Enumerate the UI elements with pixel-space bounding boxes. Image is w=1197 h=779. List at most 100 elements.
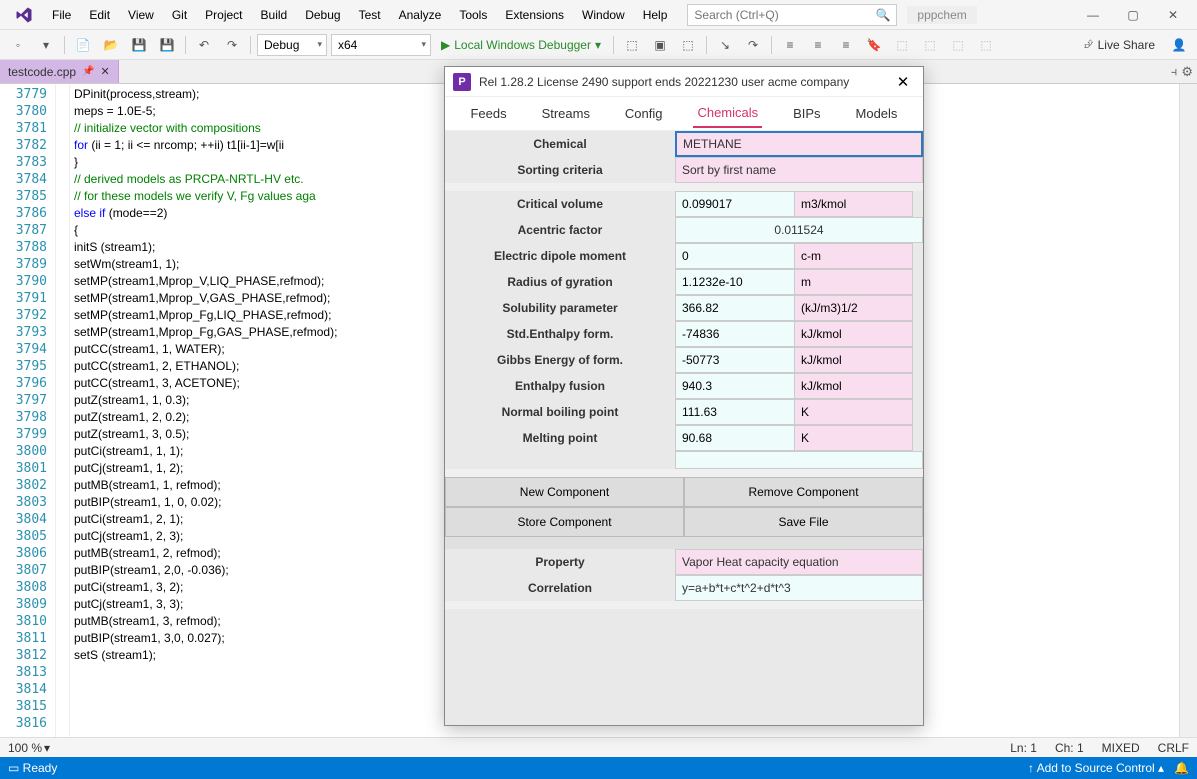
close-button[interactable]: ✕ xyxy=(1153,1,1193,29)
prop-unit: m xyxy=(795,269,913,295)
toolbar-icon[interactable]: ⬚ xyxy=(946,33,970,57)
prop-label: Critical volume xyxy=(445,191,675,217)
menu-help[interactable]: Help xyxy=(635,4,676,26)
chemical-input[interactable]: METHANE xyxy=(675,131,923,157)
menu-bar: FileEditViewGitProjectBuildDebugTestAnal… xyxy=(0,0,1197,30)
line-endings: CRLF xyxy=(1158,741,1189,755)
prop-value[interactable]: 0 xyxy=(675,243,795,269)
open-icon[interactable]: 📂 xyxy=(99,33,123,57)
minimize-button[interactable]: ― xyxy=(1073,1,1113,29)
toolbar-icon[interactable]: ⬚ xyxy=(974,33,998,57)
menu-tools[interactable]: Tools xyxy=(451,4,495,26)
sort-dropdown[interactable]: Sort by first name xyxy=(675,157,923,183)
prop-value[interactable]: 90.68 xyxy=(675,425,795,451)
prop-label: Normal boiling point xyxy=(445,399,675,425)
menu-git[interactable]: Git xyxy=(164,4,195,26)
prop-value[interactable]: 0.099017 xyxy=(675,191,795,217)
search-icon: 🔍 xyxy=(875,8,890,22)
save-all-icon[interactable]: 💾 xyxy=(155,33,179,57)
nav-fwd-icon[interactable]: ▾ xyxy=(34,33,58,57)
prop-value[interactable]: 111.63 xyxy=(675,399,795,425)
comment-icon[interactable]: ≡ xyxy=(834,33,858,57)
correlation-value[interactable]: y=a+b*t+c*t^2+d*t^3 xyxy=(675,575,923,601)
close-tab-icon[interactable]: ✕ xyxy=(101,65,110,78)
encoding-mode: MIXED xyxy=(1102,741,1140,755)
menu-view[interactable]: View xyxy=(120,4,162,26)
save-file-button[interactable]: Save File xyxy=(684,507,923,537)
settings-icon[interactable]: ⚙ xyxy=(1181,64,1193,80)
config-dropdown[interactable]: Debug xyxy=(257,34,327,56)
live-share-button[interactable]: ⮵ Live Share xyxy=(1076,37,1163,52)
menu-extensions[interactable]: Extensions xyxy=(497,4,572,26)
dialog-close-button[interactable]: ✕ xyxy=(891,73,915,91)
rel-tab-streams[interactable]: Streams xyxy=(538,100,594,127)
split-icon[interactable]: ⫞ xyxy=(1171,64,1178,80)
file-tab[interactable]: testcode.cpp 📌 ✕ xyxy=(0,60,119,83)
undo-icon[interactable]: ↶ xyxy=(192,33,216,57)
status-bar: ▭ Ready ↑ Add to Source Control ▴ 🔔 xyxy=(0,757,1197,779)
prop-value[interactable]: -74836 xyxy=(675,321,795,347)
prop-unit: kJ/kmol xyxy=(795,321,913,347)
property-dropdown[interactable]: Vapor Heat capacity equation xyxy=(675,549,923,575)
remove-component-button[interactable]: Remove Component xyxy=(684,477,923,507)
prop-value[interactable]: -50773 xyxy=(675,347,795,373)
prop-unit: kJ/kmol xyxy=(795,373,913,399)
menu-debug[interactable]: Debug xyxy=(297,4,348,26)
menu-build[interactable]: Build xyxy=(253,4,296,26)
prop-value[interactable]: 366.82 xyxy=(675,295,795,321)
toolbar-icon[interactable]: ⬚ xyxy=(676,33,700,57)
step-over-icon[interactable]: ↷ xyxy=(741,33,765,57)
start-debug-button[interactable]: ▶ Local Windows Debugger ▾ xyxy=(435,38,607,52)
vertical-scrollbar[interactable] xyxy=(1179,84,1197,737)
redo-icon[interactable]: ↷ xyxy=(220,33,244,57)
prop-unit: (kJ/m3)1/2 xyxy=(795,295,913,321)
toolbar-icon[interactable]: ▣ xyxy=(648,33,672,57)
toolbar-icon[interactable]: ⬚ xyxy=(890,33,914,57)
new-project-icon[interactable]: 📄 xyxy=(71,33,95,57)
prop-value[interactable]: 940.3 xyxy=(675,373,795,399)
prop-unit: kJ/kmol xyxy=(795,347,913,373)
platform-dropdown[interactable]: x64 xyxy=(331,34,431,56)
caret-line: Ln: 1 xyxy=(1010,741,1037,755)
dialog-title: Rel 1.28.2 License 2490 support ends 202… xyxy=(479,75,849,89)
rel-tab-bips[interactable]: BIPs xyxy=(789,100,824,127)
dialog-titlebar[interactable]: P Rel 1.28.2 License 2490 support ends 2… xyxy=(445,67,923,97)
prop-label: Solubility parameter xyxy=(445,295,675,321)
prop-value[interactable]: 1.1232e-10 xyxy=(675,269,795,295)
maximize-button[interactable]: ▢ xyxy=(1113,1,1153,29)
toolbar-icon[interactable]: ⬚ xyxy=(918,33,942,57)
main-toolbar: ◦ ▾ 📄 📂 💾 💾 ↶ ↷ Debug x64 ▶ Local Window… xyxy=(0,30,1197,60)
bookmark-icon[interactable]: 🔖 xyxy=(862,33,886,57)
menu-window[interactable]: Window xyxy=(574,4,633,26)
nav-back-icon[interactable]: ◦ xyxy=(6,33,30,57)
rel-tab-config[interactable]: Config xyxy=(621,100,667,127)
notifications-icon[interactable]: 🔔 xyxy=(1174,761,1189,775)
step-into-icon[interactable]: ↘ xyxy=(713,33,737,57)
menu-project[interactable]: Project xyxy=(197,4,250,26)
prop-label: Radius of gyration xyxy=(445,269,675,295)
store-component-button[interactable]: Store Component xyxy=(445,507,684,537)
rel-tab-models[interactable]: Models xyxy=(852,100,902,127)
outdent-icon[interactable]: ≡ xyxy=(806,33,830,57)
global-search[interactable]: 🔍 xyxy=(687,4,897,26)
prop-value[interactable]: 0.011524 xyxy=(675,217,923,243)
new-component-button[interactable]: New Component xyxy=(445,477,684,507)
menu-edit[interactable]: Edit xyxy=(81,4,118,26)
indent-icon[interactable]: ≡ xyxy=(778,33,802,57)
save-icon[interactable]: 💾 xyxy=(127,33,151,57)
editor-status-bar: 100 % ▾ Ln: 1 Ch: 1 MIXED CRLF xyxy=(0,737,1197,757)
pin-icon[interactable]: 📌 xyxy=(82,66,94,77)
sort-label: Sorting criteria xyxy=(445,157,675,183)
rel-tabs: Feeds Streams Config Chemicals BIPs Models xyxy=(445,97,923,131)
correlation-label: Correlation xyxy=(445,575,675,601)
search-input[interactable] xyxy=(694,8,875,22)
zoom-level[interactable]: 100 % ▾ xyxy=(8,741,50,755)
menu-analyze[interactable]: Analyze xyxy=(391,4,450,26)
rel-tab-feeds[interactable]: Feeds xyxy=(466,100,510,127)
account-icon[interactable]: 👤 xyxy=(1167,33,1191,57)
menu-test[interactable]: Test xyxy=(351,4,389,26)
rel-tab-chemicals[interactable]: Chemicals xyxy=(693,99,762,128)
toolbar-icon[interactable]: ⬚ xyxy=(620,33,644,57)
add-source-control[interactable]: ↑ Add to Source Control ▴ xyxy=(1028,761,1164,775)
menu-file[interactable]: File xyxy=(44,4,79,26)
